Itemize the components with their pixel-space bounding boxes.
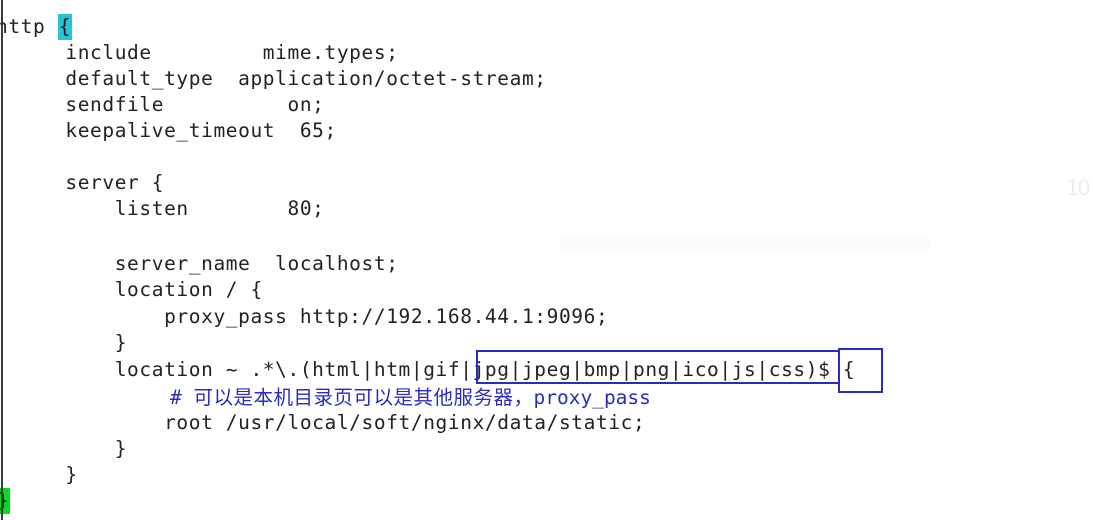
code-content[interactable]: http { include mime.types; default_type … [0,0,1093,520]
editor-left-edge-rule [1,0,3,520]
editor-screen: 10 http { include mime.types; default_ty… [0,0,1093,520]
comment-trailing-text: proxy_pass [533,386,651,409]
code-line-location-root: location / { [16,278,263,301]
comment-hash: # [170,386,194,409]
code-line-sendfile: sendfile on; [16,93,325,116]
annotation-box-js [838,348,883,393]
code-line-listen: listen 80; [16,197,325,220]
code-line-location-close-1: } [16,331,128,354]
code-line-keepalive-timeout: keepalive_timeout 65; [16,119,337,142]
code-line-location-close-2: } [16,437,128,460]
code-line-server-close: } [16,463,78,486]
annotation-box-extensions [476,350,840,384]
brace-highlight-open[interactable]: { [57,14,73,40]
code-line-proxy-pass: proxy_pass http://192.168.44.1:9096; [16,305,609,328]
code-line-server-name: server_name localhost; [16,252,399,275]
code-line-default-type: default_type application/octet-stream; [16,67,547,90]
comment-cjk-text: 可以是本机目录页可以是其他服务器， [193,386,534,409]
code-line-http-open: http { [0,14,73,40]
code-line-server-open: server { [16,171,165,194]
code-line-comment: # 可以是本机目录页可以是其他服务器，proxy_pass [170,385,651,411]
code-text: http [0,15,58,38]
code-line-include: include mime.types; [16,41,399,64]
code-line-root: root /usr/local/soft/nginx/data/static; [16,411,646,434]
